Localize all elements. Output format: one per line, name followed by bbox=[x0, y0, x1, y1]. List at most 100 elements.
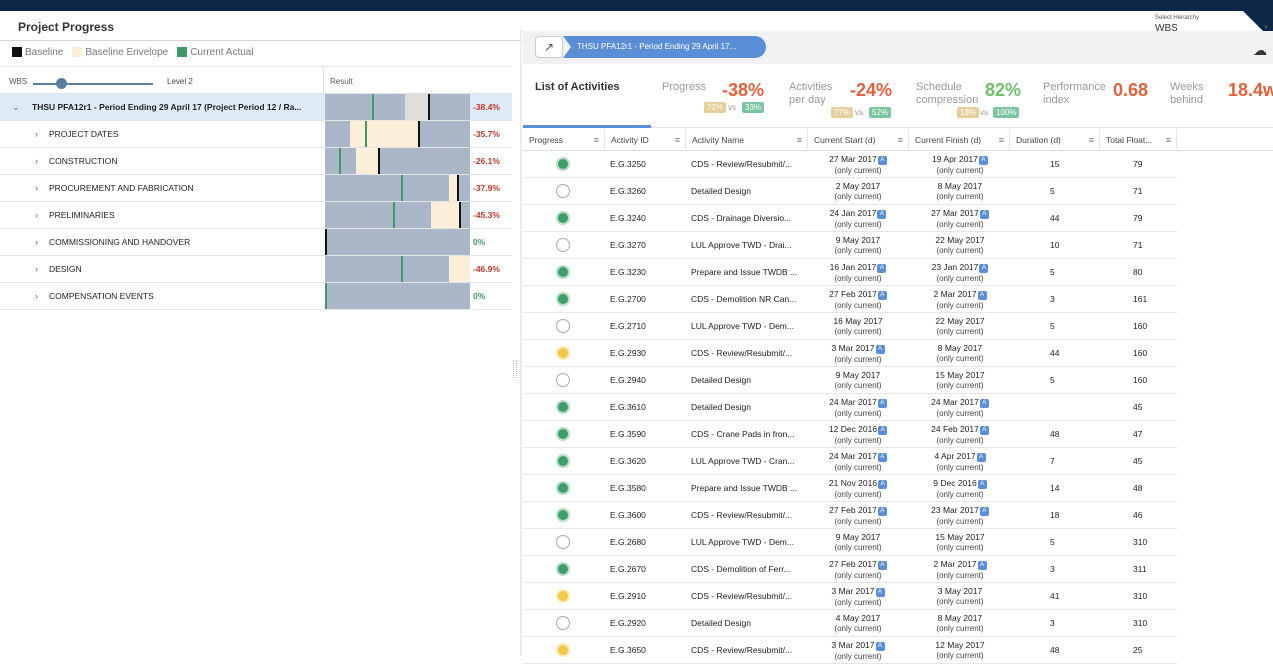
tree-row-construction[interactable]: › CONSTRUCTION -26.1% bbox=[0, 148, 512, 175]
only-current-note: (only current) bbox=[834, 624, 882, 633]
actual-badge: A bbox=[875, 642, 885, 651]
current-finish: 12 May 2017 (only current) bbox=[915, 640, 1005, 661]
activity-name: Detailed Design bbox=[691, 375, 752, 385]
pane-divider[interactable] bbox=[520, 30, 522, 656]
finish-date: 8 May 2017 bbox=[937, 181, 983, 191]
col-current-start[interactable]: Current Start (d) ≡ bbox=[807, 129, 908, 151]
tree-row-procurement[interactable]: › PROCUREMENT AND FABRICATION -37.9% bbox=[0, 175, 512, 202]
baseline-marker bbox=[378, 148, 380, 174]
menu-icon[interactable]: ≡ bbox=[1166, 129, 1171, 151]
table-row[interactable]: E.G.3590 CDS - Crane Pads in fron... 12 De… bbox=[523, 421, 1177, 448]
actual-badge: A bbox=[977, 291, 987, 300]
menu-icon[interactable]: ≡ bbox=[797, 129, 802, 151]
current-finish: 9 Dec 2016 A (only current) bbox=[915, 478, 1005, 500]
tree-row-commissioning[interactable]: › COMMISSIONING AND HANDOVER 0% bbox=[0, 229, 512, 256]
col-current-finish[interactable]: Current Finish (d) ≡ bbox=[908, 129, 1009, 151]
status-indicator bbox=[556, 238, 570, 252]
table-row[interactable]: E.G.3620 LUL Approve TWD - Cran... 24 Mar … bbox=[523, 448, 1177, 475]
activity-id: E.G.2710 bbox=[610, 321, 646, 331]
menu-icon[interactable]: ≡ bbox=[675, 129, 680, 151]
menu-icon[interactable]: ≡ bbox=[594, 129, 599, 151]
table-row[interactable]: E.G.3650 CDS - Review/Resubmit/... 3 Mar 2… bbox=[523, 637, 1177, 664]
table-row[interactable]: E.G.2910 CDS - Review/Resubmit/... 3 Mar 2… bbox=[523, 583, 1177, 610]
tree-row-compensation[interactable]: › COMPENSATION EVENTS 0% bbox=[0, 283, 512, 310]
chevron-right-icon[interactable]: › bbox=[35, 129, 38, 139]
activities-table-header: Progress ≡ Activity ID ≡ Activity Name ≡ Cu… bbox=[523, 129, 1273, 151]
chevron-right-icon[interactable]: › bbox=[35, 291, 38, 301]
chevron-down-icon[interactable]: ⌄ bbox=[12, 102, 20, 113]
breadcrumb[interactable]: THSU PFA12r1 - Period Ending 29 April 17… bbox=[563, 36, 766, 58]
chevron-right-icon[interactable]: › bbox=[35, 210, 38, 220]
finish-date: 19 Apr 2017 bbox=[932, 154, 978, 164]
col-duration[interactable]: Duration (d) ≡ bbox=[1009, 129, 1099, 151]
baseline-envelope bbox=[350, 121, 418, 147]
tree-row-root[interactable]: ⌄ THSU PFA12r1 - Period Ending 29 April … bbox=[0, 94, 512, 121]
col-progress[interactable]: Progress ≡ bbox=[523, 129, 604, 151]
current-finish: 2 Mar 2017 A (only current) bbox=[915, 559, 1005, 581]
actual-badge: A bbox=[877, 210, 887, 219]
actual-badge: A bbox=[877, 399, 887, 408]
table-row[interactable]: E.G.3600 CDS - Review/Resubmit/... 27 Feb … bbox=[523, 502, 1177, 529]
col-total-float[interactable]: Total Float... ≡ bbox=[1099, 129, 1177, 151]
tab-underline bbox=[523, 125, 651, 128]
chevron-right-icon[interactable]: › bbox=[35, 237, 38, 247]
resize-handle[interactable] bbox=[513, 360, 517, 378]
chevron-right-icon[interactable]: › bbox=[35, 183, 38, 193]
baseline-envelope bbox=[449, 256, 470, 282]
only-current-note: (only current) bbox=[834, 274, 882, 283]
current-finish: 15 May 2017 (only current) bbox=[915, 532, 1005, 553]
status-indicator bbox=[556, 373, 570, 387]
chevron-right-icon[interactable]: › bbox=[35, 264, 38, 274]
only-current-note: (only current) bbox=[834, 571, 882, 580]
current-finish: 4 Apr 2017 A (only current) bbox=[915, 451, 1005, 473]
tree-row-project-dates[interactable]: › PROJECT DATES -35.7% bbox=[0, 121, 512, 148]
table-row[interactable]: E.G.2930 CDS - Review/Resubmit/... 3 Mar 2… bbox=[523, 340, 1177, 367]
duration: 5 bbox=[1050, 321, 1055, 331]
duration: 44 bbox=[1050, 213, 1060, 223]
table-row[interactable]: E.G.3610 Detailed Design 24 Mar 2017 A (only… bbox=[523, 394, 1177, 421]
table-row[interactable]: E.G.2680 LUL Approve TWD - Dem... 9 May 20… bbox=[523, 529, 1177, 556]
table-row[interactable]: E.G.2700 CDS - Demolition NR Can... 27 Feb… bbox=[523, 286, 1177, 313]
cloud-download-icon[interactable]: ☁ bbox=[1253, 42, 1267, 59]
activity-name: LUL Approve TWD - Dem... bbox=[691, 537, 794, 547]
finish-date: 8 May 2017 bbox=[937, 613, 983, 623]
tree-row-preliminaries[interactable]: › PRELIMINARIES -45.3% bbox=[0, 202, 512, 229]
trend-chart-button[interactable]: ↗ bbox=[535, 36, 563, 58]
table-row[interactable]: E.G.2670 CDS - Demolition of Ferr... 27 Fe… bbox=[523, 556, 1177, 583]
baseline-envelope bbox=[356, 148, 378, 174]
table-row[interactable]: E.G.2920 Detailed Design 4 May 2017 (only c… bbox=[523, 610, 1177, 637]
col-activity-name[interactable]: Activity Name ≡ bbox=[685, 129, 807, 151]
table-row[interactable]: E.G.3230 Prepare and Issue TWDB ... 16 Jan… bbox=[523, 259, 1177, 286]
menu-icon[interactable]: ≡ bbox=[898, 129, 903, 151]
status-indicator bbox=[556, 211, 570, 225]
table-row[interactable]: E.G.3240 CDS - Drainage Diversio... 24 Jan… bbox=[523, 205, 1177, 232]
menu-icon[interactable]: ≡ bbox=[999, 129, 1004, 151]
actual-badge: A bbox=[875, 345, 885, 354]
only-current-note: (only current) bbox=[834, 381, 882, 390]
total-float: 47 bbox=[1133, 429, 1143, 439]
table-row[interactable]: E.G.2940 Detailed Design 9 May 2017 (only c… bbox=[523, 367, 1177, 394]
activity-id: E.G.3250 bbox=[610, 159, 646, 169]
level-slider-handle[interactable] bbox=[56, 78, 67, 89]
col-activity-id[interactable]: Activity ID ≡ bbox=[604, 129, 685, 151]
total-float: 45 bbox=[1133, 456, 1143, 466]
tree-row-design[interactable]: › DESIGN -46.9% bbox=[0, 256, 512, 283]
chevron-right-icon[interactable]: › bbox=[35, 156, 38, 166]
status-indicator bbox=[556, 157, 570, 171]
table-row[interactable]: E.G.3260 Detailed Design 2 May 2017 (only c… bbox=[523, 178, 1177, 205]
actual-badge: A bbox=[979, 264, 989, 273]
table-row[interactable]: E.G.2710 LUL Approve TWD - Dem... 16 May 2… bbox=[523, 313, 1177, 340]
table-row[interactable]: E.G.3580 Prepare and Issue TWDB ... 21 Nov… bbox=[523, 475, 1177, 502]
table-row[interactable]: E.G.3270 LUL Approve TWD - Drai... 9 May 2… bbox=[523, 232, 1177, 259]
weeks-value: 18.4w bbox=[1228, 80, 1273, 100]
current-actual-marker bbox=[393, 202, 395, 228]
activity-name: Detailed Design bbox=[691, 402, 752, 412]
activity-id: E.G.3260 bbox=[610, 186, 646, 196]
table-row[interactable]: E.G.3250 CDS - Review/Resubmit/... 27 Mar … bbox=[523, 151, 1177, 178]
menu-icon[interactable]: ≡ bbox=[1089, 129, 1094, 151]
current-actual-marker bbox=[365, 121, 367, 147]
list-of-activities-tab[interactable]: List of Activities bbox=[535, 81, 620, 93]
level-slider[interactable] bbox=[33, 83, 153, 85]
actual-badge: A bbox=[979, 426, 989, 435]
activity-name: LUL Approve TWD - Dem... bbox=[691, 321, 794, 331]
